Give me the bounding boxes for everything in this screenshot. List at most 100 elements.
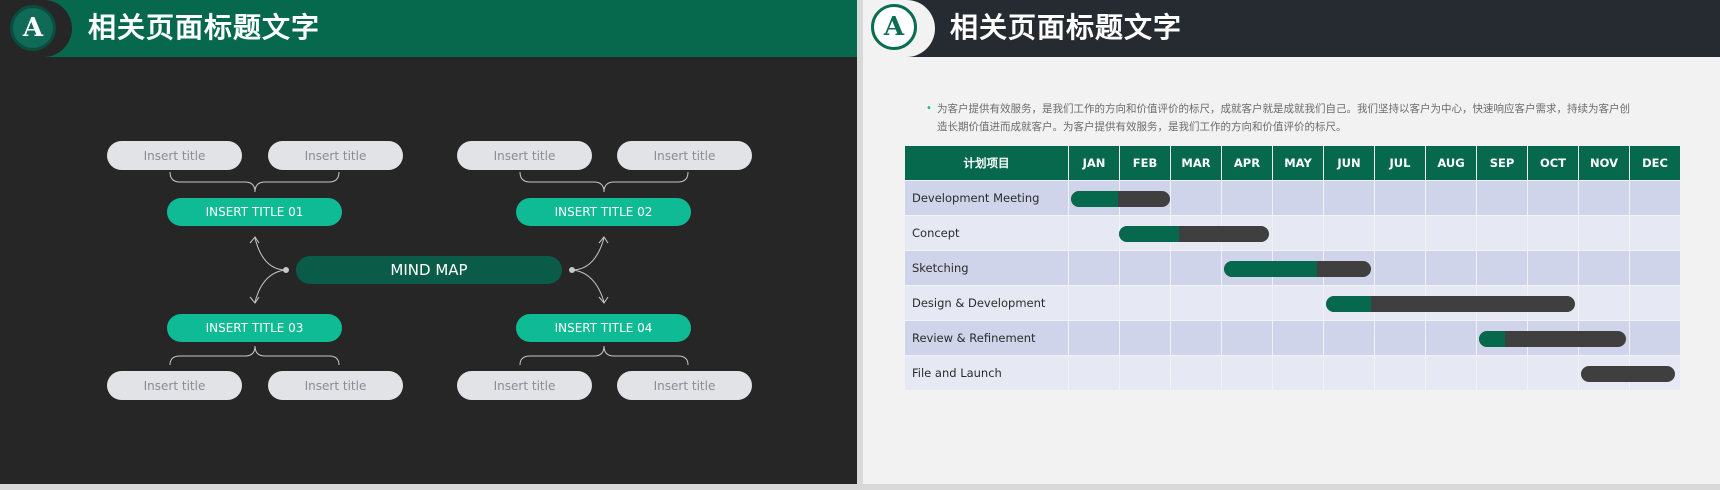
center-node[interactable]: MIND MAP [296,256,562,284]
month-header: MAY [1272,145,1324,181]
month-header: AUG [1425,145,1477,181]
month-cell [1629,320,1681,356]
month-cell [1119,285,1171,321]
task-name: Design & Development [904,285,1069,321]
month-cell [1374,215,1426,251]
month-cell [1323,215,1375,251]
month-cell [1476,215,1528,251]
month-cell [1170,320,1222,356]
month-cell [1476,250,1528,286]
task-bar[interactable] [1070,190,1170,207]
month-cell [1272,215,1324,251]
month-cell [1374,180,1426,216]
month-cell [1170,180,1222,216]
month-cell [1221,285,1273,321]
slide-mind-map: A 相关页面标题文字 Insert title Insert title Ins… [0,0,857,484]
task-bar[interactable] [1478,330,1627,347]
month-cell [1527,250,1579,286]
task-bar[interactable] [1119,225,1270,242]
intro-paragraph: • 为客户提供有效服务，是我们工作的方向和价值评价的标尺，成就客户就是成就我们自… [926,100,1657,136]
gantt-row: Concept [904,215,1681,251]
intro-line-1: 为客户提供有效服务，是我们工作的方向和价值评价的标尺，成就客户就是成就我们自己。… [937,103,1630,115]
branch-node-01[interactable]: INSERT TITLE 01 [167,198,342,226]
arrow-to-branch-01 [254,237,287,271]
brace-top-left [169,171,340,193]
task-bar[interactable] [1580,365,1675,382]
month-cell [1119,320,1171,356]
month-cell [1272,355,1324,391]
month-cell [1425,215,1477,251]
month-cell [1578,180,1630,216]
leaf-node[interactable]: Insert title [457,371,592,400]
month-cell [1629,285,1681,321]
leaf-node[interactable]: Insert title [107,141,242,170]
task-progress [1478,330,1506,347]
month-cell [1527,355,1579,391]
logo-badge: A [871,4,917,50]
gantt-body: Development Meeting Concept Sketching Desig… [904,180,1681,391]
intro-line-2: 造长期价值进而成就客户。为客户提供有效服务，是我们工作的方向和价值评价的标尺。 [937,121,1347,133]
month-cell [1323,320,1375,356]
gantt-row: File and Launch [904,355,1681,391]
month-header: JUL [1374,145,1426,181]
branch-node-03[interactable]: INSERT TITLE 03 [167,314,342,342]
month-header: OCT [1527,145,1579,181]
logo-letter: A [883,12,905,42]
task-name: Review & Refinement [904,320,1069,356]
month-cell [1170,355,1222,391]
month-header: DEC [1629,145,1681,181]
month-cell [1374,250,1426,286]
leaf-node[interactable]: Insert title [457,141,592,170]
month-cell [1119,250,1171,286]
month-cell [1323,180,1375,216]
month-cell [1221,320,1273,356]
month-cell [1068,320,1120,356]
header-task-column: 计划项目 [904,145,1069,181]
month-cell [1629,180,1681,216]
month-header: NOV [1578,145,1630,181]
month-cell [1119,355,1171,391]
month-cell [1578,215,1630,251]
arrowhead-03 [249,296,260,304]
mind-map-connectors [169,171,689,366]
month-cell [1578,250,1630,286]
branch-node-04[interactable]: INSERT TITLE 04 [516,314,691,342]
leaf-node[interactable]: Insert title [617,371,752,400]
leaf-node[interactable]: Insert title [107,371,242,400]
connector-dot-left [283,267,289,273]
leaf-node[interactable]: Insert title [268,141,403,170]
month-header: JAN [1068,145,1120,181]
task-progress [1223,260,1317,277]
task-bar[interactable] [1325,295,1576,312]
task-bar[interactable] [1223,260,1372,277]
month-cell [1425,180,1477,216]
slide-gantt: A 相关页面标题文字 • 为客户提供有效服务，是我们工作的方向和价值评价的标尺，… [863,0,1720,484]
task-progress [1070,190,1119,207]
month-cell [1221,355,1273,391]
month-cell [1272,180,1324,216]
brace-top-right [519,171,689,193]
task-name: File and Launch [904,355,1069,391]
month-cell [1629,250,1681,286]
month-cell [1068,215,1120,251]
brace-bottom-left [169,345,340,366]
branch-node-02[interactable]: INSERT TITLE 02 [516,198,691,226]
connector-dot-right [569,267,575,273]
month-cell [1374,320,1426,356]
month-header: SEP [1476,145,1528,181]
task-name: Concept [904,215,1069,251]
leaf-node[interactable]: Insert title [617,141,752,170]
task-progress [1119,225,1180,242]
month-cell [1272,320,1324,356]
brace-bottom-right [519,345,689,366]
leaf-node[interactable]: Insert title [268,371,403,400]
month-header: JUN [1323,145,1375,181]
task-name: Sketching [904,250,1069,286]
month-cell [1068,355,1120,391]
task-name: Development Meeting [904,180,1069,216]
month-cell [1170,285,1222,321]
month-cell [1323,355,1375,391]
month-cell [1425,355,1477,391]
arrow-to-branch-03 [254,269,287,303]
month-cell [1170,250,1222,286]
